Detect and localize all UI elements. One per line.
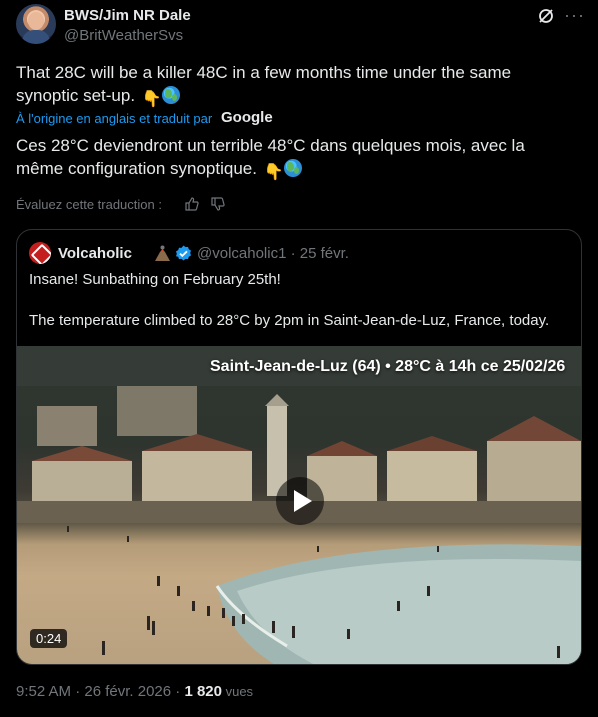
view-count: 1 820 xyxy=(184,683,222,700)
tweet-text: That 28C will be a killer 48C in a few m… xyxy=(16,63,512,108)
quoted-text-line-2: The temperature climbed to 28°C by 2pm i… xyxy=(29,312,550,329)
tweet: BWS/Jim NR Dale @BritWeatherSvs ··· That… xyxy=(0,0,598,717)
volcano-icon xyxy=(155,245,170,261)
quoted-handle-date[interactable]: @volcaholic1 · 25 févr. xyxy=(197,245,349,262)
play-icon xyxy=(294,490,312,512)
play-button[interactable] xyxy=(276,477,324,525)
tweet-meta: 9:52 AM · 26 févr. 2026 · 1 820 vues xyxy=(16,683,253,700)
quoted-text-line-1: Insane! Sunbathing on February 25th! xyxy=(29,271,281,288)
video-overlay-caption: Saint-Jean-de-Luz (64) • 28°C à 14h ce 2… xyxy=(210,358,566,375)
quoted-tweet[interactable]: Volcaholic @volcaholic1 · 25 févr. Insan… xyxy=(16,229,582,665)
video-duration: 0:24 xyxy=(30,629,68,648)
author-name[interactable]: BWS/Jim NR Dale xyxy=(64,7,191,24)
verified-badge-icon xyxy=(176,245,191,261)
grok-icon[interactable] xyxy=(537,7,555,25)
quoted-author-avatar[interactable] xyxy=(29,242,51,264)
thumbs-down-icon[interactable] xyxy=(211,197,225,211)
globe-icon xyxy=(161,86,180,104)
thumbs-up-icon[interactable] xyxy=(185,197,199,211)
timestamp[interactable]: 9:52 AM · 26 févr. 2026 · xyxy=(16,683,184,700)
translated-text: Ces 28°C deviendront un terrible 48°C da… xyxy=(16,136,525,181)
video-player[interactable]: Saint-Jean-de-Luz (64) • 28°C à 14h ce 2… xyxy=(17,346,581,664)
rate-translation-label: Évaluez cette traduction : xyxy=(16,197,162,212)
quoted-author-name[interactable]: Volcaholic xyxy=(58,245,132,262)
more-options-icon[interactable]: ··· xyxy=(564,6,584,24)
views-label: vues xyxy=(221,684,254,699)
pointing-down-icon: 👇 xyxy=(263,164,284,181)
google-logo: Google xyxy=(221,109,273,126)
globe-icon xyxy=(283,159,302,177)
translation-notice[interactable]: À l'origine en anglais et traduit par xyxy=(16,111,212,126)
author-avatar[interactable] xyxy=(16,4,56,44)
author-handle[interactable]: @BritWeatherSvs xyxy=(64,27,183,44)
pointing-down-icon: 👇 xyxy=(141,91,162,108)
